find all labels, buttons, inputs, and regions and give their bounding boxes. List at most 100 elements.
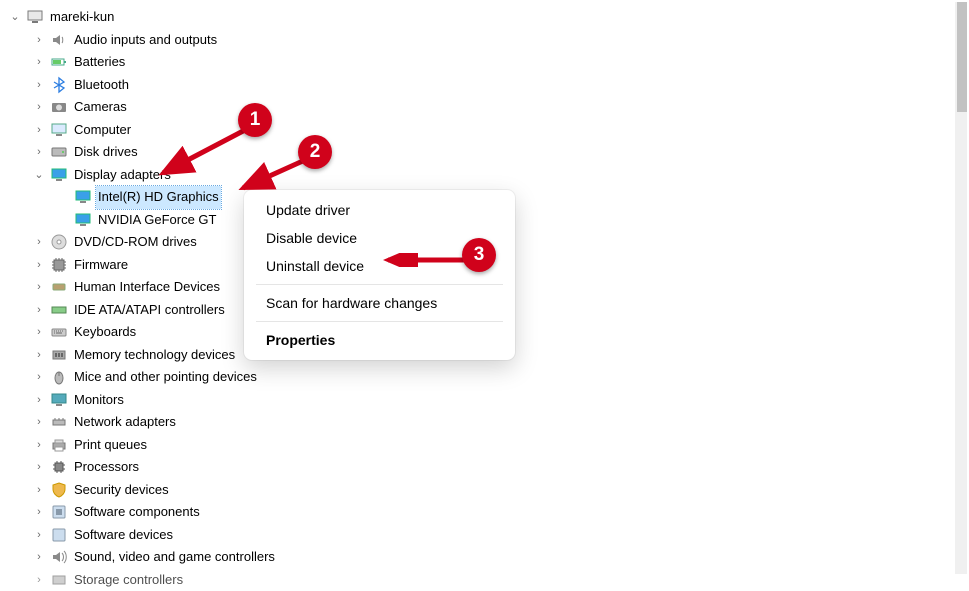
category-label: Print queues <box>72 434 149 457</box>
sound-icon <box>50 548 68 566</box>
category-label: Audio inputs and outputs <box>72 29 219 52</box>
tree-category-softcomp[interactable]: › Software components <box>8 501 969 524</box>
tree-category-sound[interactable]: › Sound, video and game controllers <box>8 546 969 569</box>
menu-separator <box>256 321 503 322</box>
security-icon <box>50 481 68 499</box>
category-label: Monitors <box>72 389 126 412</box>
chevron-right-icon[interactable]: › <box>32 434 46 457</box>
chevron-right-icon[interactable]: › <box>32 524 46 547</box>
tree-category-softdev[interactable]: › Software devices <box>8 524 969 547</box>
chip-icon <box>50 256 68 274</box>
software-icon <box>50 526 68 544</box>
category-label: Human Interface Devices <box>72 276 222 299</box>
tree-category-computer[interactable]: › Computer <box>8 119 969 142</box>
category-label: Disk drives <box>72 141 140 164</box>
chevron-right-icon[interactable]: › <box>32 231 46 254</box>
tree-category-disk[interactable]: › Disk drives <box>8 141 969 164</box>
chevron-right-icon[interactable]: › <box>32 411 46 434</box>
hid-icon <box>50 278 68 296</box>
chevron-right-icon[interactable]: › <box>32 479 46 502</box>
chevron-right-icon[interactable]: › <box>32 456 46 479</box>
category-label: Processors <box>72 456 141 479</box>
chevron-right-icon[interactable]: › <box>32 51 46 74</box>
menu-properties[interactable]: Properties <box>244 326 515 354</box>
monitor-icon <box>50 391 68 409</box>
cpu-icon <box>50 458 68 476</box>
printer-icon <box>50 436 68 454</box>
chevron-down-icon[interactable]: ⌄ <box>8 6 22 29</box>
category-label: Software devices <box>72 524 175 547</box>
tree-category-print[interactable]: › Print queues <box>8 434 969 457</box>
annotation-badge-1: 1 <box>238 103 272 137</box>
chevron-right-icon[interactable]: › <box>32 74 46 97</box>
context-menu: Update driver Disable device Uninstall d… <box>244 190 515 360</box>
software-icon <box>50 503 68 521</box>
dvd-icon <box>50 233 68 251</box>
chevron-right-icon[interactable]: › <box>32 119 46 142</box>
annotation-badge-2: 2 <box>298 135 332 169</box>
keyboard-icon <box>50 323 68 341</box>
tree-category-mice[interactable]: › Mice and other pointing devices <box>8 366 969 389</box>
bluetooth-icon <box>50 76 68 94</box>
monitor-icon <box>74 211 92 229</box>
chevron-right-icon[interactable]: › <box>32 321 46 344</box>
chevron-right-icon[interactable]: › <box>32 254 46 277</box>
chevron-right-icon[interactable]: › <box>32 366 46 389</box>
category-label: Cameras <box>72 96 129 119</box>
menu-update-driver[interactable]: Update driver <box>244 196 515 224</box>
category-label: Firmware <box>72 254 130 277</box>
chevron-right-icon[interactable]: › <box>32 276 46 299</box>
tree-root[interactable]: ⌄ mareki-kun <box>8 6 969 29</box>
chevron-right-icon[interactable]: › <box>32 501 46 524</box>
tree-category-processors[interactable]: › Processors <box>8 456 969 479</box>
chevron-right-icon[interactable]: › <box>32 96 46 119</box>
chevron-right-icon[interactable]: › <box>32 546 46 569</box>
tree-root-label: mareki-kun <box>48 6 116 29</box>
annotation-badge-3: 3 <box>462 238 496 272</box>
tree-category-batteries[interactable]: › Batteries <box>8 51 969 74</box>
chevron-right-icon[interactable]: › <box>32 344 46 367</box>
tree-category-display[interactable]: ⌄ Display adapters <box>8 164 969 187</box>
storage-icon <box>50 571 68 589</box>
category-label: Keyboards <box>72 321 138 344</box>
computer-icon <box>26 8 44 26</box>
category-label: Batteries <box>72 51 127 74</box>
chevron-right-icon[interactable]: › <box>32 299 46 322</box>
chevron-right-icon[interactable]: › <box>32 389 46 412</box>
battery-icon <box>50 53 68 71</box>
device-label: NVIDIA GeForce GT <box>96 209 218 232</box>
tree-category-cameras[interactable]: › Cameras <box>8 96 969 119</box>
disk-icon <box>50 143 68 161</box>
tree-category-network[interactable]: › Network adapters <box>8 411 969 434</box>
camera-icon <box>50 98 68 116</box>
chevron-down-icon[interactable]: ⌄ <box>32 164 46 187</box>
device-label: Intel(R) HD Graphics <box>96 186 221 209</box>
category-label: Security devices <box>72 479 171 502</box>
tree-category-audio[interactable]: › Audio inputs and outputs <box>8 29 969 52</box>
computer-icon <box>50 121 68 139</box>
category-label: DVD/CD-ROM drives <box>72 231 199 254</box>
category-label: Mice and other pointing devices <box>72 366 259 389</box>
chevron-right-icon[interactable]: › <box>32 141 46 164</box>
category-label: Computer <box>72 119 133 142</box>
speaker-icon <box>50 31 68 49</box>
scrollbar-thumb[interactable] <box>957 2 967 112</box>
memory-icon <box>50 346 68 364</box>
tree-category-security[interactable]: › Security devices <box>8 479 969 502</box>
category-label: Display adapters <box>72 164 173 187</box>
category-label: Memory technology devices <box>72 344 237 367</box>
chevron-right-icon[interactable]: › <box>32 569 46 591</box>
category-label: Storage controllers <box>72 569 185 591</box>
category-label: Sound, video and game controllers <box>72 546 277 569</box>
menu-scan-hardware[interactable]: Scan for hardware changes <box>244 289 515 317</box>
monitor-icon <box>50 166 68 184</box>
tree-category-bluetooth[interactable]: › Bluetooth <box>8 74 969 97</box>
category-label: Network adapters <box>72 411 178 434</box>
category-label: IDE ATA/ATAPI controllers <box>72 299 227 322</box>
tree-category-monitors[interactable]: › Monitors <box>8 389 969 412</box>
chevron-right-icon[interactable]: › <box>32 29 46 52</box>
mouse-icon <box>50 368 68 386</box>
tree-category-storage[interactable]: › Storage controllers <box>8 569 969 591</box>
monitor-icon <box>74 188 92 206</box>
category-label: Software components <box>72 501 202 524</box>
